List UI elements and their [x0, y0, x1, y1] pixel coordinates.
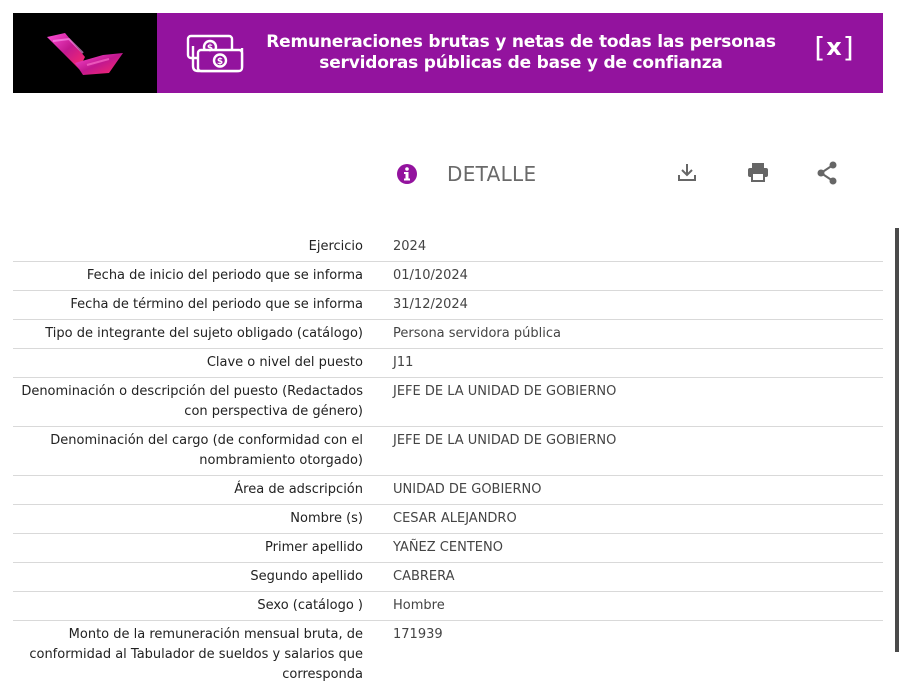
table-row: Primer apellido YAÑEZ CENTENO: [13, 534, 883, 563]
money-bills-icon: $ $: [185, 33, 245, 79]
table-row: Nombre (s) CESAR ALEJANDRO: [13, 505, 883, 534]
field-label: Ejercicio: [308, 239, 363, 254]
field-label: Sexo (catálogo ): [257, 598, 363, 613]
print-icon[interactable]: [746, 161, 770, 187]
header-banner: $ $ Remuneraciones brutas y netas de tod…: [13, 13, 883, 93]
field-value: 01/10/2024: [393, 268, 468, 283]
detail-toolbar: DETALLE: [0, 155, 899, 195]
table-row: Monto de la remuneración mensual bruta, …: [13, 621, 883, 689]
field-value: JEFE DE LA UNIDAD DE GOBIERNO: [393, 433, 617, 448]
field-value: JEFE DE LA UNIDAD DE GOBIERNO: [393, 384, 617, 399]
table-row: Área de adscripción UNIDAD DE GOBIERNO: [13, 476, 883, 505]
page-edge: [895, 228, 899, 652]
svg-text:$: $: [217, 57, 223, 67]
field-label: Primer apellido: [265, 540, 363, 555]
field-label: Área de adscripción: [234, 482, 363, 497]
field-value: Hombre: [393, 598, 445, 613]
field-label: Clave o nivel del puesto: [206, 355, 363, 370]
field-label: Nombre (s): [290, 511, 363, 526]
field-value: UNIDAD DE GOBIERNO: [393, 482, 542, 497]
field-value: CESAR ALEJANDRO: [393, 511, 517, 526]
field-value: 171939: [393, 627, 443, 642]
detail-heading: DETALLE: [447, 162, 537, 186]
page-title: Remuneraciones brutas y netas de todas l…: [266, 32, 776, 73]
field-label: Denominación o descripción del puesto (R…: [21, 384, 363, 419]
svg-text:$: $: [207, 44, 213, 54]
table-row: Denominación del cargo (de conformidad c…: [13, 427, 883, 476]
field-value: CABRERA: [393, 569, 455, 584]
field-value: 31/12/2024: [393, 297, 468, 312]
table-row: Fecha de término del periodo que se info…: [13, 291, 883, 320]
info-icon: [396, 163, 418, 189]
table-row: Clave o nivel del puesto J11: [13, 349, 883, 378]
field-label: Tipo de integrante del sujeto obligado (…: [45, 326, 363, 341]
share-icon[interactable]: [816, 161, 838, 189]
detail-table: Ejercicio 2024 Fecha de inicio del periodo…: [13, 233, 883, 689]
table-row: Denominación o descripción del puesto (R…: [13, 378, 883, 427]
table-row: Fecha de inicio del periodo que se infor…: [13, 262, 883, 291]
field-label: Fecha de término del periodo que se info…: [70, 297, 363, 312]
field-value: 2024: [393, 239, 427, 254]
field-label: Denominación del cargo (de conformidad c…: [50, 433, 363, 468]
field-value: Persona servidora pública: [393, 326, 561, 341]
table-row: Segundo apellido CABRERA: [13, 563, 883, 592]
table-row: Sexo (catálogo ) Hombre: [13, 592, 883, 621]
field-label: Fecha de inicio del periodo que se infor…: [86, 268, 363, 283]
download-icon[interactable]: [676, 161, 698, 187]
field-label: Segundo apellido: [250, 569, 363, 584]
field-value: J11: [393, 355, 414, 370]
field-value: YAÑEZ CENTENO: [393, 540, 503, 555]
table-row: Ejercicio 2024: [13, 233, 883, 262]
close-button[interactable]: [x]: [814, 30, 853, 64]
close-icon: [: [814, 30, 826, 64]
brand-logo: [13, 13, 157, 93]
field-label: Monto de la remuneración mensual bruta, …: [29, 627, 363, 682]
table-row: Tipo de integrante del sujeto obligado (…: [13, 320, 883, 349]
